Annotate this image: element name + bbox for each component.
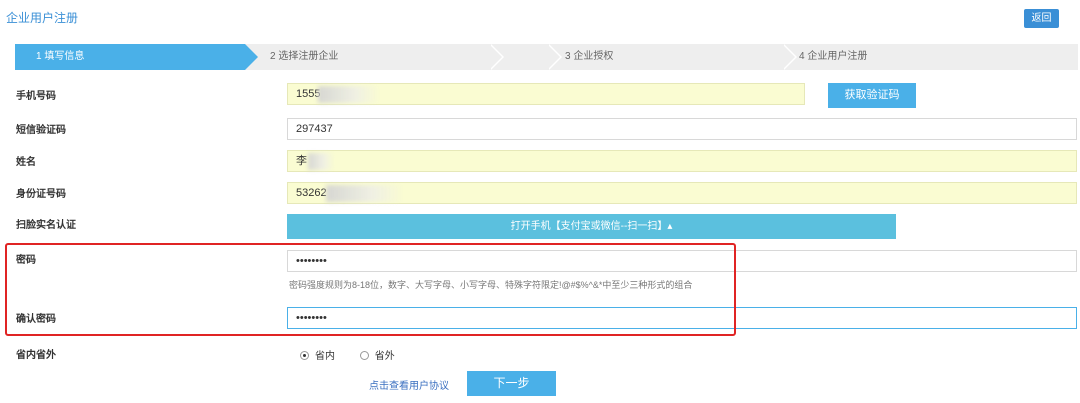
- step-3: 3 企业授权: [565, 51, 614, 62]
- page-title: 企业用户注册: [6, 11, 79, 25]
- back-button[interactable]: 返回: [1024, 9, 1059, 28]
- step-divider-2-inner: [489, 44, 502, 70]
- phone-value: 1555: [296, 88, 321, 100]
- sms-code-input[interactable]: 297437: [287, 118, 1077, 140]
- step-2: 2 选择注册企业: [270, 51, 339, 62]
- region-label: 省内省外: [16, 350, 56, 361]
- region-option-inside[interactable]: 省内: [300, 347, 335, 362]
- region-option-outside-label: 省外: [374, 351, 395, 362]
- step-4: 4 企业用户注册: [799, 51, 868, 62]
- redaction-blur: [326, 185, 404, 202]
- redaction-blur: [308, 153, 334, 170]
- step-progress: 1 填写信息 2 选择注册企业 3 企业授权 4 企业用户注册: [15, 44, 1078, 70]
- name-label: 姓名: [16, 157, 36, 168]
- phone-label: 手机号码: [16, 91, 56, 102]
- step-1: 1 填写信息: [15, 44, 258, 70]
- sms-code-label: 短信验证码: [16, 125, 66, 136]
- user-agreement-link[interactable]: 点击查看用户协议: [369, 377, 449, 392]
- radio-unchecked-icon[interactable]: [359, 351, 369, 360]
- id-number-label: 身份证号码: [16, 189, 66, 200]
- id-number-value: 53262: [296, 187, 327, 199]
- id-number-input[interactable]: 53262: [287, 182, 1077, 204]
- step-divider-4-inner: [782, 44, 795, 70]
- region-option-outside[interactable]: 省外: [359, 347, 395, 362]
- name-input[interactable]: 李: [287, 150, 1077, 172]
- next-step-button[interactable]: 下一步: [467, 371, 556, 396]
- radio-checked-icon[interactable]: [300, 351, 309, 360]
- highlight-box: [5, 243, 736, 336]
- get-code-button[interactable]: 获取验证码: [828, 83, 916, 108]
- phone-input[interactable]: 1555: [287, 83, 805, 105]
- redaction-blur: [318, 86, 380, 103]
- step-divider-3-inner: [547, 44, 560, 70]
- region-radio-group: 省内 省外: [300, 347, 417, 362]
- name-value: 李: [296, 155, 307, 167]
- region-option-inside-label: 省内: [315, 351, 335, 362]
- face-auth-label: 扫脸实名认证: [16, 220, 76, 231]
- face-auth-button[interactable]: 打开手机【支付宝或微信--扫一扫】▴: [287, 214, 896, 239]
